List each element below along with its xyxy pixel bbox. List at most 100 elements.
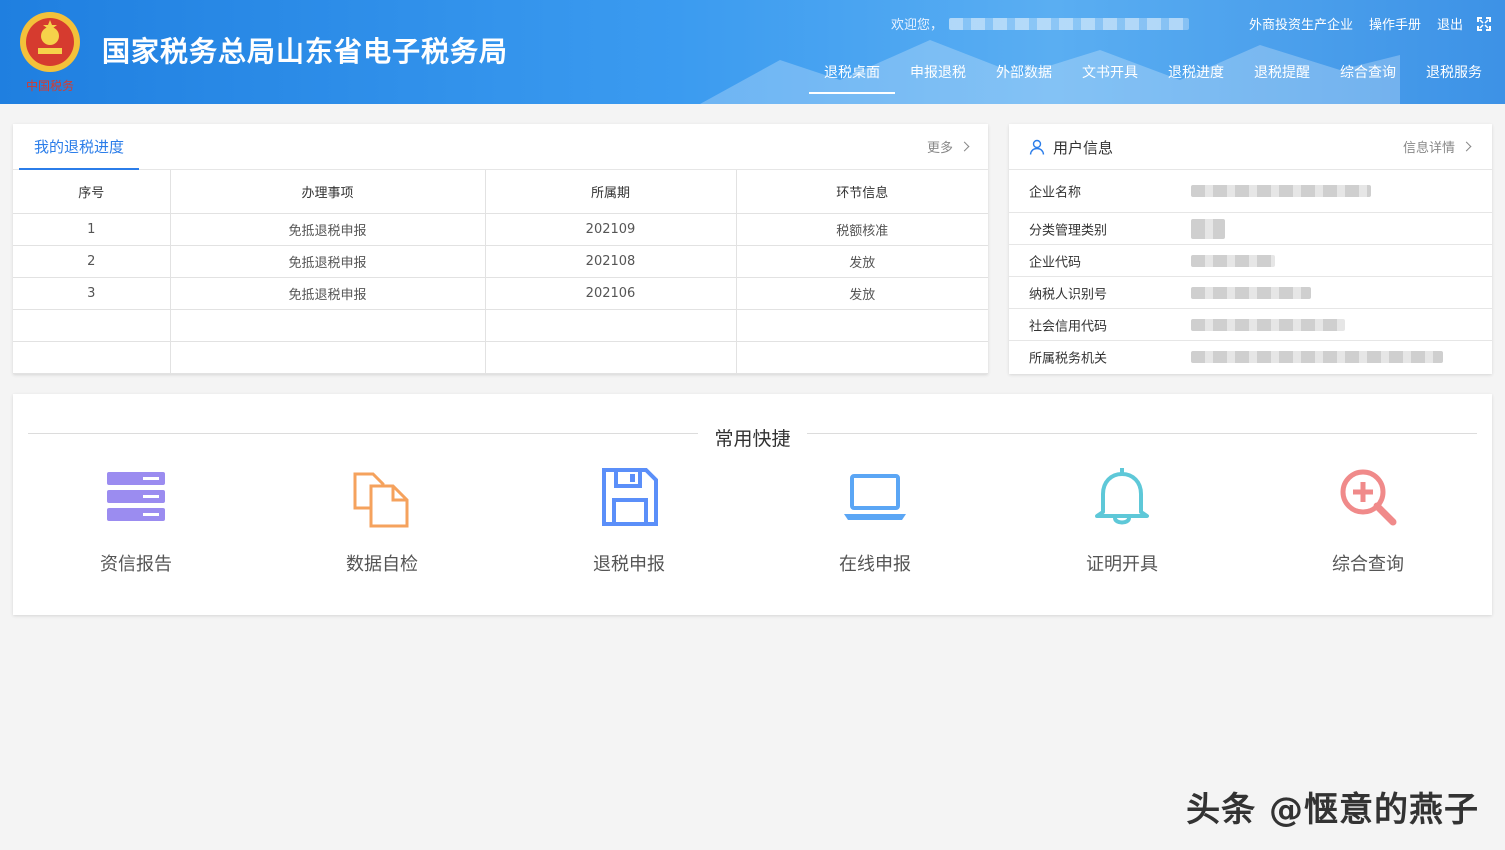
save-icon [602,468,658,526]
shortcuts-heading: 常用快捷 [13,424,1492,451]
progress-card-header: 我的退税进度 更多 [13,124,988,170]
shortcut-certificate-issue[interactable]: 证明开具 [1052,464,1192,576]
user-field-row: 纳税人识别号 [1009,277,1492,309]
user-field-row: 分类管理类别 [1009,213,1492,245]
info-detail-link[interactable]: 信息详情 [1402,137,1472,156]
manual-link[interactable]: 操作手册 [1369,14,1421,33]
shortcut-credit-report[interactable]: 资信报告 [66,464,206,576]
shortcut-refund-declare[interactable]: 退税申报 [559,464,699,576]
cell-empty [13,340,171,374]
redacted-value [1191,218,1225,239]
nav-declare-refund[interactable]: 申报退税 [895,56,981,94]
tax-emblem-logo: 中国税务 [16,6,84,96]
table-row-empty [13,308,988,342]
shortcut-data-self-check[interactable]: 数据自检 [312,464,452,576]
col-header-item: 办理事项 [169,170,486,214]
nav-refund-service[interactable]: 退税服务 [1411,56,1497,94]
cell-empty [13,308,171,342]
cell-index: 2 [13,244,171,278]
cell-stage: 税额核准 [735,212,988,246]
bell-icon [1095,468,1149,525]
field-label-tax-authority: 所属税务机关 [1029,351,1108,367]
nav-refund-reminder[interactable]: 退税提醒 [1239,56,1325,94]
col-header-period: 所属期 [484,170,737,214]
user-field-row: 所属税务机关 [1009,341,1492,373]
main-nav: 退税桌面 申报退税 外部数据 文书开具 退税进度 退税提醒 综合查询 退税服务 [809,56,1497,94]
nav-document-issue[interactable]: 文书开具 [1067,56,1153,94]
documents-icon [353,472,409,528]
table-row[interactable]: 2 免抵退税申报 202108 发放 [13,244,988,278]
logout-link[interactable]: 退出 [1437,14,1463,33]
nav-general-query[interactable]: 综合查询 [1325,56,1411,94]
chevron-right-icon [959,141,970,152]
user-info-card: 用户信息 信息详情 企业名称 分类管理类别 企业代码 纳税人识别号 社会信用代码… [1009,124,1492,374]
table-row[interactable]: 3 免抵退税申报 202106 发放 [13,276,988,310]
refund-progress-card: 我的退税进度 更多 序号 办理事项 所属期 环节信息 1 免抵退税申报 2021… [13,124,988,374]
shortcuts-card: 常用快捷 资信报告 数据自检 退税申报 在线申报 证明开具 综合查询 [13,394,1492,615]
divider [807,433,1477,434]
user-info-title: 用户信息 [1053,139,1114,157]
fullscreen-icon[interactable] [1477,16,1491,31]
cell-index: 3 [13,276,171,310]
user-field-row: 社会信用代码 [1009,309,1492,341]
shortcut-label: 在线申报 [839,554,911,575]
laptop-icon [844,474,906,520]
col-header-stage: 环节信息 [735,170,988,214]
col-header-index: 序号 [13,170,171,214]
cell-empty [169,308,486,342]
shortcut-label: 综合查询 [1332,554,1404,575]
field-label-credit-code: 社会信用代码 [1029,319,1108,334]
user-card-header: 用户信息 信息详情 [1009,124,1492,170]
user-field-row: 企业代码 [1009,245,1492,277]
field-label-category: 分类管理类别 [1029,223,1108,238]
info-detail-label: 信息详情 [1402,141,1455,156]
shortcut-general-query[interactable]: 综合查询 [1298,464,1438,576]
shortcut-online-declare[interactable]: 在线申报 [805,464,945,576]
cell-empty [484,340,737,374]
enterprise-type-link[interactable]: 外商投资生产企业 [1249,14,1353,33]
redacted-username [948,17,1189,30]
shortcuts-title: 常用快捷 [698,428,807,450]
user-field-row: 企业名称 [1009,170,1492,213]
watermark-text: 头条 @惬意的燕子 [1186,790,1479,830]
cell-item: 免抵退税申报 [169,212,486,246]
cell-empty [735,308,988,342]
cell-period: 202106 [484,276,737,310]
cell-item: 免抵退税申报 [169,244,486,278]
cell-empty [735,340,988,374]
field-label-company-code: 企业代码 [1029,255,1082,270]
more-label: 更多 [926,141,953,156]
redacted-value [1191,254,1275,267]
cell-empty [169,340,486,374]
cell-item: 免抵退税申报 [169,276,486,310]
tab-my-refund-progress[interactable]: 我的退税进度 [19,124,140,170]
shortcut-label: 数据自检 [346,554,418,575]
nav-external-data[interactable]: 外部数据 [981,56,1067,94]
cell-empty [484,308,737,342]
redacted-value [1191,351,1443,363]
table-row-empty [13,340,988,374]
field-label-company-name: 企业名称 [1029,185,1082,201]
top-utility-bar: 欢迎您， 外商投资生产企业 操作手册 退出 [891,14,1491,33]
zoom-in-icon [1340,469,1397,526]
emblem-text: 中国税务 [26,78,74,93]
more-link[interactable]: 更多 [926,137,970,156]
divider [28,433,698,434]
cell-stage: 发放 [735,276,988,310]
redacted-value [1191,185,1371,197]
shortcut-label: 证明开具 [1086,554,1158,575]
server-icon [107,472,165,521]
progress-table: 序号 办理事项 所属期 环节信息 1 免抵退税申报 202109 税额核准 2 … [13,170,988,374]
site-title: 国家税务总局山东省电子税务局 [102,35,509,68]
nav-refund-progress[interactable]: 退税进度 [1153,56,1239,94]
redacted-value [1191,286,1311,299]
cell-period: 202109 [484,212,737,246]
user-icon [1029,139,1045,155]
chevron-right-icon [1461,141,1472,152]
welcome-text: 欢迎您， [890,18,943,33]
table-header-row: 序号 办理事项 所属期 环节信息 [13,170,988,214]
nav-refund-desktop[interactable]: 退税桌面 [809,56,895,94]
table-row[interactable]: 1 免抵退税申报 202109 税额核准 [13,212,988,246]
field-label-taxpayer-id: 纳税人识别号 [1029,287,1108,302]
cell-stage: 发放 [735,244,988,278]
